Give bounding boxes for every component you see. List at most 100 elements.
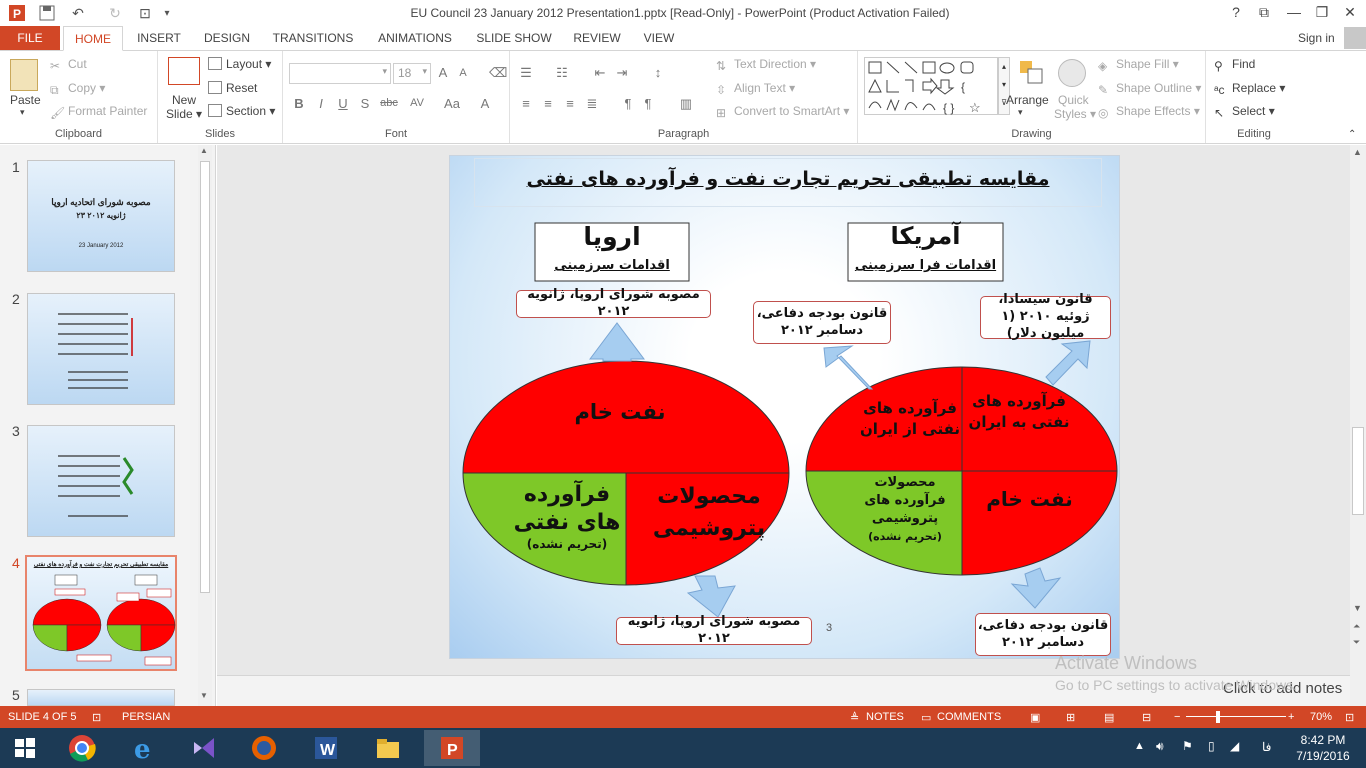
replace-button[interactable]: ᵃc Replace ▾ xyxy=(1214,81,1285,97)
find-button[interactable]: ⚲ Find xyxy=(1214,57,1255,73)
battery-icon[interactable]: ▯ xyxy=(1208,739,1215,753)
zoom-slider-thumb[interactable] xyxy=(1216,711,1220,723)
copy-button[interactable]: ⧉ Copy ▾ xyxy=(50,81,105,97)
next-slide-icon[interactable]: ⏷ xyxy=(1353,637,1360,648)
input-language[interactable]: فا xyxy=(1262,740,1271,754)
file-explorer-icon[interactable] xyxy=(360,730,416,766)
grow-font-icon[interactable]: A xyxy=(435,65,451,80)
reset-button[interactable]: Reset xyxy=(208,81,257,95)
action-center-icon[interactable]: ⚑ xyxy=(1182,739,1193,753)
ribbon-display-options-icon[interactable]: ⧉ xyxy=(1250,2,1278,22)
slide-canvas[interactable]: مقایسه تطبیقی تحریم تجارت نفت و فرآورده … xyxy=(449,155,1120,659)
strikethrough-button[interactable]: abc xyxy=(377,97,401,109)
align-text-button[interactable]: ⇳ Align Text ▾ xyxy=(716,81,795,97)
tab-slide-show[interactable]: SLIDE SHOW xyxy=(472,26,556,50)
zoom-in-icon[interactable]: + xyxy=(1288,711,1294,723)
cut-button[interactable]: ✂ Cut xyxy=(50,57,87,73)
tab-design[interactable]: DESIGN xyxy=(198,26,256,50)
slide-thumbnail-4[interactable]: مقایسه تطبیقی تحریم تجارت نفت و فرآورده … xyxy=(25,555,177,671)
save-icon[interactable] xyxy=(36,3,58,23)
start-button-icon[interactable] xyxy=(0,730,50,766)
minimize-button[interactable]: — xyxy=(1280,2,1308,22)
eu-council-box-bottom[interactable]: مصوبه شورای اروپا، ژانویه ۲۰۱۲ xyxy=(616,614,812,646)
network-icon[interactable]: ◢ xyxy=(1230,739,1239,753)
close-button[interactable]: ✕ xyxy=(1336,2,1364,22)
justify-icon[interactable]: ≣ xyxy=(584,96,600,112)
tab-file[interactable]: FILE xyxy=(0,26,60,50)
slide-thumbnail-3[interactable] xyxy=(27,425,175,537)
us-defense-budget-box[interactable]: قانون بودجه دفاعی، دسامبر ۲۰۱۲ xyxy=(753,301,891,344)
comments-icon[interactable]: ▭ xyxy=(921,711,931,724)
avatar[interactable] xyxy=(1344,27,1366,49)
shadow-button[interactable]: S xyxy=(357,96,373,111)
tab-transitions[interactable]: TRANSITIONS xyxy=(268,26,358,50)
paste-icon[interactable] xyxy=(10,59,38,91)
us-defense-budget-box-bottom[interactable]: قانون بودجه دفاعی، دسامبر ۲۰۱۲ xyxy=(975,613,1111,656)
slide-thumbnail-5[interactable] xyxy=(27,689,175,706)
shapes-gallery[interactable]: { { } ☆ xyxy=(864,57,998,115)
spelling-icon[interactable]: ⊡ xyxy=(92,711,101,724)
normal-view-icon[interactable]: ▣ xyxy=(1030,711,1040,724)
shape-outline-button[interactable]: ✎ Shape Outline ▾ xyxy=(1098,81,1201,97)
clear-formatting-icon[interactable]: ⌫ xyxy=(489,65,507,81)
thumbnail-scrollbar[interactable]: ▲ ▼ xyxy=(198,145,212,706)
scroll-thumb[interactable] xyxy=(1352,427,1364,515)
change-case-button[interactable]: Aa xyxy=(441,96,463,111)
customize-qat-icon[interactable]: ▾ xyxy=(160,3,174,23)
shrink-font-icon[interactable]: A xyxy=(455,67,471,79)
chrome-icon[interactable] xyxy=(54,730,110,766)
layout-button[interactable]: Layout ▾ xyxy=(208,57,271,71)
tab-home[interactable]: HOME xyxy=(63,26,123,51)
reading-view-icon[interactable]: ▤ xyxy=(1104,711,1114,724)
numbering-icon[interactable]: ☷ xyxy=(554,65,570,81)
align-center-icon[interactable]: ≡ xyxy=(540,96,556,111)
underline-button[interactable]: U xyxy=(335,96,351,111)
maximize-button[interactable]: ❐ xyxy=(1308,2,1336,22)
arrange-icon[interactable] xyxy=(1018,59,1044,87)
language-indicator[interactable]: PERSIAN xyxy=(122,711,170,723)
sign-in-link[interactable]: Sign in xyxy=(1298,26,1335,50)
slide-sorter-icon[interactable]: ⊞ xyxy=(1066,711,1075,724)
columns-icon[interactable]: ▥ xyxy=(678,96,694,112)
slideshow-view-icon[interactable]: ⊟ xyxy=(1142,711,1151,724)
new-slide-button[interactable]: Slide ▾ xyxy=(166,107,202,121)
bullets-icon[interactable]: ☰ xyxy=(518,65,534,81)
previous-slide-icon[interactable]: ⏶ xyxy=(1353,621,1360,632)
increase-indent-icon[interactable]: ⇥ xyxy=(614,65,630,81)
format-painter-button[interactable]: 🖌 Format Painter xyxy=(50,104,147,120)
undo-icon[interactable]: ↶ xyxy=(64,3,92,23)
internet-explorer-icon[interactable]: e xyxy=(116,730,172,766)
arrange-button[interactable]: Arrange xyxy=(1006,93,1049,107)
start-from-beginning-icon[interactable]: ⊡ xyxy=(134,3,156,23)
ltr-icon[interactable]: ¶ xyxy=(640,96,656,111)
zoom-slider[interactable] xyxy=(1186,716,1286,717)
word-icon[interactable]: W xyxy=(298,730,354,766)
align-right-icon[interactable]: ≡ xyxy=(562,96,578,111)
slide-thumbnail-2[interactable] xyxy=(27,293,175,405)
scroll-up-icon[interactable]: ▲ xyxy=(1353,147,1362,157)
font-size-combo[interactable]: 18 ▾ xyxy=(393,63,431,84)
slide-thumbnail-1[interactable]: مصوبه شورای اتحادیه اروپا ۲۳ ژانویه ۲۰۱۲… xyxy=(27,160,175,272)
convert-smartart-button[interactable]: ⊞ Convert to SmartArt ▾ xyxy=(716,104,849,120)
scroll-thumb[interactable] xyxy=(200,161,210,593)
align-left-icon[interactable]: ≡ xyxy=(518,96,534,111)
select-button[interactable]: ↖ Select ▾ xyxy=(1214,104,1275,120)
new-slide-icon[interactable] xyxy=(168,57,200,85)
scroll-up-icon[interactable]: ▲ xyxy=(200,146,208,155)
slide-scrollbar[interactable]: ▲ ▼ ⏶ ⏷ xyxy=(1350,145,1366,706)
visual-studio-icon[interactable] xyxy=(176,730,232,766)
zoom-out-icon[interactable]: − xyxy=(1174,711,1180,723)
new-slide-label-1[interactable]: New xyxy=(172,93,196,107)
redo-icon[interactable]: ↻ xyxy=(104,3,126,23)
quick-styles-label-1[interactable]: Quick xyxy=(1058,93,1089,107)
help-button[interactable]: ? xyxy=(1222,2,1250,22)
character-spacing-button[interactable]: AV xyxy=(405,97,429,109)
notes-toggle-icon[interactable]: ≜ xyxy=(850,711,859,724)
quick-styles-button[interactable]: Styles ▾ xyxy=(1054,107,1096,121)
eu-council-box-top[interactable]: مصوبه شورای اروپا، ژانویه ۲۰۱۲ xyxy=(516,287,711,319)
zoom-level[interactable]: 70% xyxy=(1310,711,1332,723)
quick-styles-icon[interactable] xyxy=(1058,59,1086,87)
volume-icon[interactable]: 🔊︎ xyxy=(1156,739,1164,754)
bold-button[interactable]: B xyxy=(291,96,307,111)
shape-effects-button[interactable]: ◎ Shape Effects ▾ xyxy=(1098,104,1200,120)
